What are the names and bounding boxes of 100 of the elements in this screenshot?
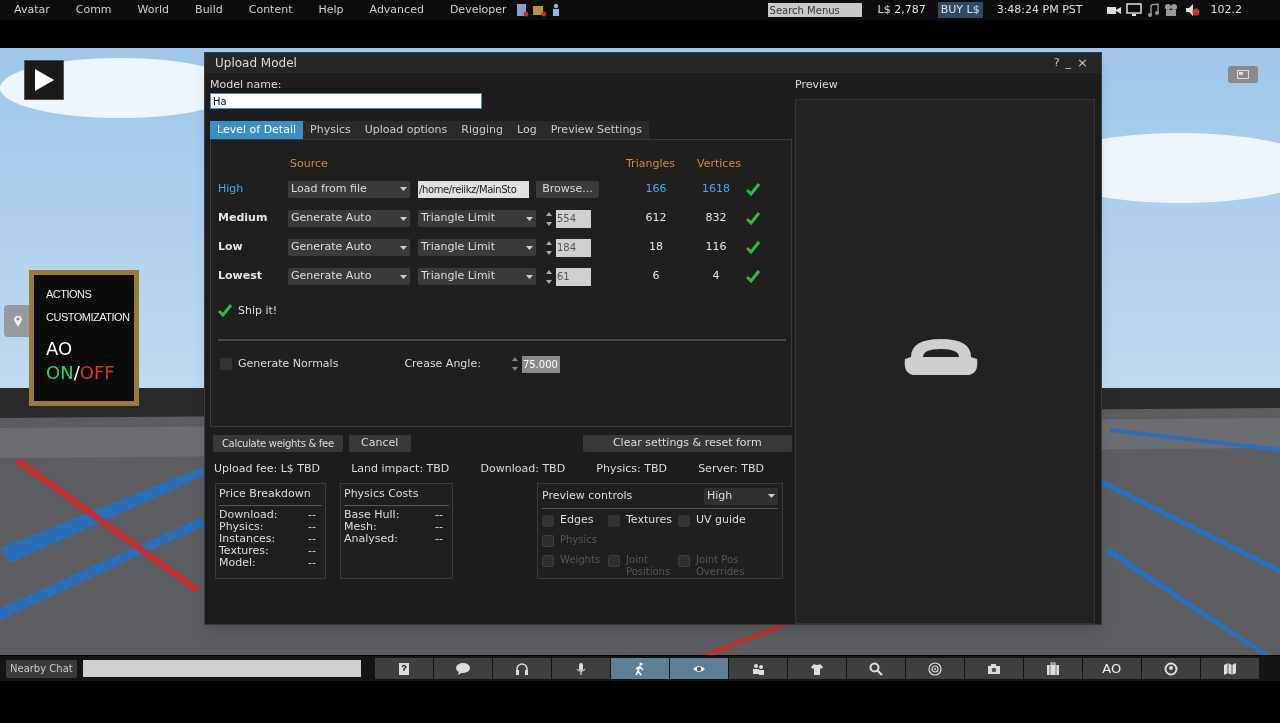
toolbar-button[interactable]: [669, 658, 728, 679]
tab[interactable]: Upload options: [357, 121, 455, 139]
cost-value: --: [435, 533, 443, 545]
dropdown[interactable]: Generate Auto: [288, 268, 410, 285]
help-button[interactable]: ?: [1050, 54, 1063, 72]
close-button[interactable]: ×: [1074, 53, 1091, 73]
toolbar-button[interactable]: [492, 658, 551, 679]
summary-text: Physics: TBD: [596, 461, 667, 477]
toolbar-button[interactable]: [374, 658, 433, 679]
music-note-icon: [1146, 3, 1159, 17]
toolbar-button[interactable]: [1200, 658, 1259, 679]
status-text: Ship it!: [238, 302, 278, 319]
dropdown[interactable]: Triangle Limit: [418, 239, 536, 256]
tab[interactable]: Physics: [303, 121, 358, 139]
hud-off-text[interactable]: OFF: [79, 361, 115, 385]
toolbar-button[interactable]: [551, 658, 610, 679]
play-button[interactable]: [24, 60, 64, 100]
panel-title: Price Breakdown: [219, 485, 311, 502]
caret-icon: [400, 245, 407, 250]
clock-text: 3:48:24 PM PST: [996, 1, 1083, 18]
lod-label[interactable]: Medium: [218, 211, 268, 225]
tab[interactable]: Log: [510, 121, 544, 139]
cancel-button[interactable]: Cancel: [348, 435, 411, 452]
menu-item[interactable]: Avatar: [6, 1, 58, 19]
toolbar-button[interactable]: [846, 658, 905, 679]
menu-item[interactable]: Comm: [67, 1, 120, 19]
limit-field[interactable]: 554: [556, 209, 591, 228]
dropdown[interactable]: Generate Auto: [288, 239, 410, 256]
nearby-chat-button[interactable]: Nearby Chat: [6, 659, 77, 678]
toolbar-button[interactable]: [1023, 658, 1082, 679]
search-menus-field[interactable]: Search Menus: [767, 3, 862, 17]
toolbar-button[interactable]: [905, 658, 964, 679]
tab[interactable]: Rigging: [454, 121, 510, 139]
buy-currency-button[interactable]: BUY L$: [937, 1, 983, 19]
lod-label[interactable]: Lowest: [218, 269, 262, 283]
box-icon: [532, 3, 547, 17]
minimap-button[interactable]: [1228, 66, 1258, 83]
menu-item[interactable]: Developer: [441, 1, 515, 19]
dropdown[interactable]: Load from file: [288, 180, 410, 198]
headphones-icon: [514, 661, 529, 676]
video-camera-icon: [1106, 4, 1121, 16]
panel-title: Preview: [795, 77, 838, 91]
caret-icon: [400, 274, 407, 279]
model-name-field[interactable]: Ha: [210, 93, 482, 109]
cost-value: --: [308, 545, 316, 557]
panel-title: Preview controls: [542, 487, 633, 504]
panel-title: Physics Costs: [344, 485, 419, 502]
cost-value: --: [308, 557, 316, 569]
window-icon: [1237, 70, 1249, 79]
menu-item[interactable]: Advanced: [361, 1, 432, 19]
location-button[interactable]: [4, 305, 32, 337]
toolbar-button[interactable]: [433, 658, 492, 679]
triangle-count: 18: [649, 239, 663, 256]
map-icon: [1222, 661, 1237, 676]
hud-on-text[interactable]: ON: [46, 361, 74, 385]
cost-label: Mesh:: [344, 521, 377, 533]
toolbar-button[interactable]: [964, 658, 1023, 679]
dropdown[interactable]: Triangle Limit: [418, 268, 536, 285]
toolbar-button[interactable]: [787, 658, 846, 679]
calculate-button[interactable]: Calculate weights & fee: [213, 435, 343, 452]
file-path-field[interactable]: /home/reiikz/MainSto: [418, 180, 529, 198]
suitcase-icon: [1045, 661, 1060, 676]
camera-icon: [986, 661, 1001, 676]
tab[interactable]: Preview Settings: [543, 121, 650, 139]
toolbar-button[interactable]: [728, 658, 787, 679]
dropdown[interactable]: High: [704, 487, 778, 505]
film-camera-icon: [1163, 3, 1180, 17]
hud-title: AO: [46, 337, 73, 361]
chat-input-field[interactable]: [82, 660, 361, 677]
menu-item[interactable]: World: [129, 1, 178, 19]
dropdown[interactable]: Triangle Limit: [418, 210, 536, 227]
ao-hud-panel[interactable]: ACTIONS CUSTOMIZATION AO ON/OFF: [29, 270, 139, 406]
checkbox-label: Edges: [560, 513, 594, 526]
hud-label: ACTIONS: [46, 287, 92, 302]
limit-field[interactable]: 61: [556, 267, 591, 286]
menu-item[interactable]: Content: [240, 1, 301, 19]
caret-icon: [400, 216, 407, 221]
column-header: Vertices: [697, 156, 741, 172]
lod-label[interactable]: Low: [218, 240, 243, 254]
tab[interactable]: Level of Detail: [210, 121, 304, 139]
toolbar-button[interactable]: [1141, 658, 1200, 679]
lod-label[interactable]: High: [218, 181, 244, 195]
radar-icon: [927, 661, 942, 676]
browse-button[interactable]: Browse...: [536, 180, 599, 198]
dropdown[interactable]: Generate Auto: [288, 210, 410, 227]
cost-value: --: [435, 509, 443, 521]
toolbar-button[interactable]: AO: [1082, 658, 1141, 679]
vertex-count: 4: [712, 268, 720, 285]
menu-item[interactable]: Build: [187, 1, 231, 19]
menu-item[interactable]: Help: [310, 1, 352, 19]
muted-speaker-icon: [1184, 3, 1201, 17]
vertex-count: 116: [705, 239, 727, 256]
limit-field[interactable]: 184: [556, 238, 591, 257]
cost-value: --: [435, 521, 443, 533]
clear-settings-button[interactable]: Clear settings & reset form: [582, 435, 792, 452]
checkbox-label: Generate Normals: [238, 355, 339, 372]
people-icon: [750, 661, 765, 676]
speech-bubble-icon: [455, 661, 470, 676]
minimize-button[interactable]: _: [1062, 59, 1075, 67]
hud-separator: /: [73, 361, 80, 385]
